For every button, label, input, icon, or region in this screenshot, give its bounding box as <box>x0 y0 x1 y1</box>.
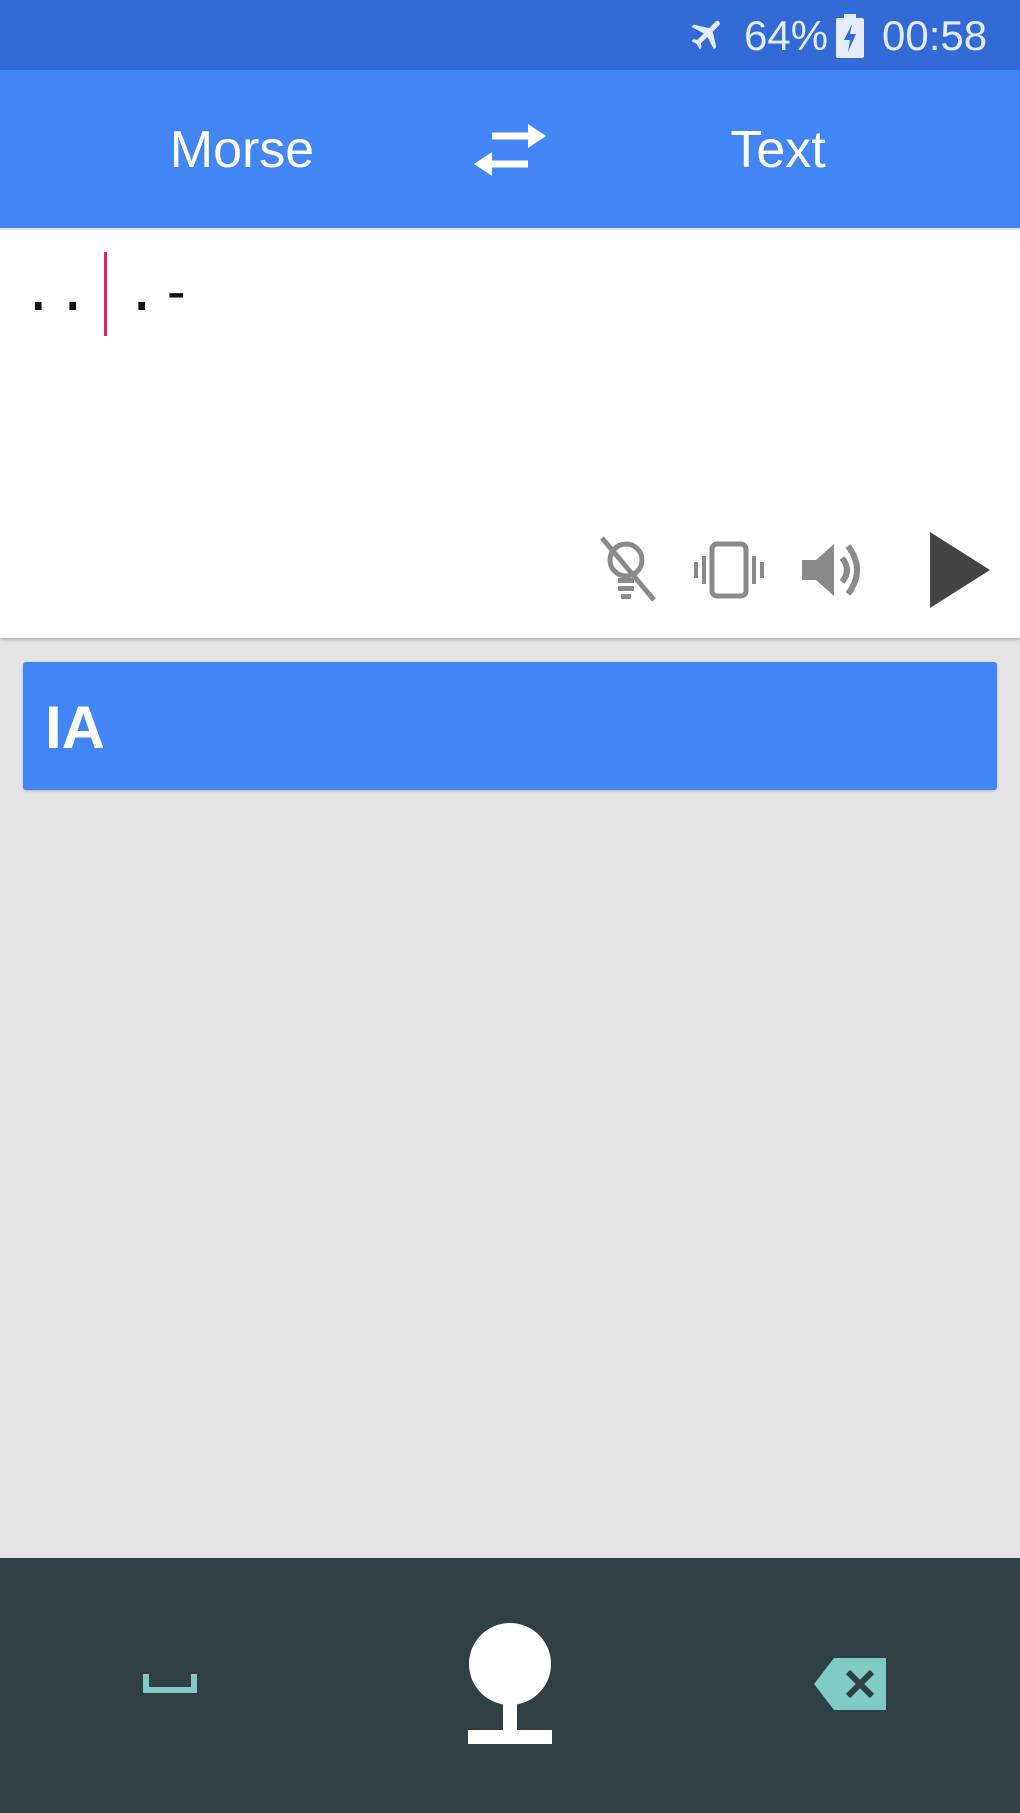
text-caret <box>104 252 107 336</box>
status-bar: 64% 00:58 <box>0 0 1020 70</box>
space-key-icon[interactable] <box>140 1668 200 1698</box>
airplane-mode-icon <box>691 20 720 50</box>
flashlight-off-icon[interactable] <box>594 530 662 610</box>
swap-icon[interactable] <box>470 118 550 182</box>
morse-input-card: .. .- <box>0 230 1020 638</box>
morse-tap-key-icon[interactable] <box>460 1620 560 1746</box>
target-language-button[interactable]: Text <box>628 120 928 180</box>
app-bar: Morse Text <box>0 70 1020 228</box>
play-icon[interactable] <box>922 530 994 610</box>
translation-result-card[interactable]: IA <box>23 662 997 790</box>
source-language-button[interactable]: Morse <box>92 120 392 180</box>
clock: 00:58 <box>882 12 988 59</box>
backspace-key-icon[interactable] <box>812 1656 890 1712</box>
translation-result-text: IA <box>45 694 105 761</box>
vibrate-icon[interactable] <box>692 530 768 610</box>
morse-input-field[interactable]: .. .- <box>22 260 195 324</box>
battery-percent: 64% <box>744 12 829 59</box>
battery-charging-icon <box>836 14 864 58</box>
volume-icon[interactable] <box>800 530 866 610</box>
